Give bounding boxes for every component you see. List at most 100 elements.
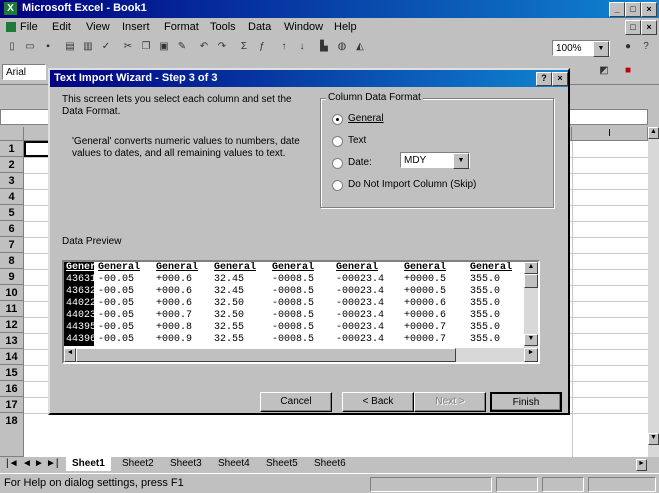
row-header[interactable]: 18 (0, 413, 24, 457)
sheet-tab-1[interactable]: Sheet1 (66, 457, 111, 471)
row-header[interactable]: 2 (0, 157, 24, 173)
preview-column[interactable]: General +000.6 +000.6 +000.6 +000.7 +000… (154, 262, 210, 346)
row-header[interactable]: 11 (0, 301, 24, 317)
scroll-thumb[interactable] (524, 274, 538, 288)
scroll-thumb[interactable] (76, 348, 456, 362)
menu-tools[interactable]: Tools (210, 21, 236, 33)
row-header[interactable]: 14 (0, 349, 24, 365)
menu-data[interactable]: Data (248, 21, 271, 33)
minimize-icon[interactable]: _ (609, 2, 625, 17)
paste-icon[interactable]: ▣ (156, 39, 172, 55)
finish-button[interactable]: Finish (490, 392, 562, 412)
new-icon[interactable]: ▯ (4, 39, 20, 55)
zoom-select[interactable]: 100% ▼ (552, 40, 610, 57)
font-select[interactable]: Arial (2, 64, 46, 80)
date-radio[interactable] (332, 158, 343, 169)
row-header[interactable]: 1 (0, 141, 24, 157)
text-radio[interactable] (332, 136, 343, 147)
prev-sheet-icon[interactable]: ◄ (22, 457, 32, 471)
menu-help[interactable]: Help (334, 21, 357, 33)
row-header[interactable]: 9 (0, 269, 24, 285)
row-header[interactable]: 6 (0, 221, 24, 237)
date-label[interactable]: Date: (348, 157, 372, 168)
copy-icon[interactable]: ❐ (138, 39, 154, 55)
menu-view[interactable]: View (86, 21, 110, 33)
preview-column[interactable]: General 32.45 32.45 32.50 32.50 32.55 32… (212, 262, 268, 346)
row-header[interactable]: 5 (0, 205, 24, 221)
next-sheet-icon[interactable]: ► (34, 457, 44, 471)
font-color-icon[interactable]: ■ (620, 63, 636, 79)
tipwizard-icon[interactable]: ● (620, 39, 636, 55)
drawing-icon[interactable]: ◭ (352, 39, 368, 55)
save-icon[interactable]: ▪ (40, 39, 56, 55)
preview-column[interactable]: General 355.0 355.0 355.0 355.0 355.0 35… (468, 262, 524, 346)
row-header[interactable]: 13 (0, 333, 24, 349)
menu-file[interactable]: File (20, 21, 38, 33)
scroll-down-icon[interactable]: ▼ (524, 334, 538, 346)
doc-restore-icon[interactable]: □ (625, 20, 641, 35)
general-radio[interactable] (332, 114, 343, 125)
excel-app-icon[interactable]: X (4, 2, 17, 15)
row-header[interactable]: 12 (0, 317, 24, 333)
row-header[interactable]: 10 (0, 285, 24, 301)
row-header[interactable]: 16 (0, 381, 24, 397)
back-button[interactable]: < Back (342, 392, 414, 412)
sheet-tab-5[interactable]: Sheet5 (266, 457, 298, 471)
preview-column[interactable]: General +0000.5 +0000.5 +0000.6 +0000.6 … (402, 262, 466, 346)
menu-edit[interactable]: Edit (52, 21, 71, 33)
preview-column[interactable]: General -00.05 -00.05 -00.05 -00.05 -00.… (96, 262, 152, 346)
data-preview-grid[interactable]: General 43631 43632 44022 44023 44395 44… (62, 260, 540, 364)
menu-insert[interactable]: Insert (122, 21, 150, 33)
first-sheet-icon[interactable]: |◄ (6, 457, 19, 471)
text-label[interactable]: Text (348, 135, 366, 146)
date-format-select[interactable]: MDY ▼ (400, 152, 470, 169)
scroll-down-icon[interactable]: ▼ (648, 433, 659, 445)
help-icon[interactable]: ? (638, 39, 654, 55)
row-header[interactable]: 4 (0, 189, 24, 205)
chevron-down-icon[interactable]: ▼ (453, 153, 469, 169)
sort-ascending-icon[interactable]: ↑ (276, 39, 292, 55)
scroll-up-icon[interactable]: ▲ (524, 262, 538, 274)
scroll-right-icon[interactable]: ► (636, 459, 647, 471)
map-icon[interactable]: ◍ (334, 39, 350, 55)
dialog-close-icon[interactable]: × (552, 72, 568, 86)
sheet-tab-6[interactable]: Sheet6 (314, 457, 346, 471)
scroll-up-icon[interactable]: ▲ (648, 127, 659, 139)
dialog-help-icon[interactable]: ? (536, 72, 552, 86)
chart-wizard-icon[interactable]: ▙ (316, 39, 332, 55)
preview-column[interactable]: General -0008.5 -0008.5 -0008.5 -0008.5 … (270, 262, 332, 346)
workbook-icon[interactable] (6, 22, 16, 32)
row-header[interactable]: 7 (0, 237, 24, 253)
autosum-icon[interactable]: Σ (236, 39, 252, 55)
preview-column[interactable]: General -00023.4 -00023.4 -00023.4 -0002… (334, 262, 400, 346)
sheet-tab-3[interactable]: Sheet3 (170, 457, 202, 471)
print-icon[interactable]: ▤ (62, 39, 78, 55)
spelling-icon[interactable]: ✓ (98, 39, 114, 55)
last-sheet-icon[interactable]: ►| (46, 457, 59, 471)
scroll-right-icon[interactable]: ► (524, 348, 538, 362)
undo-icon[interactable]: ↶ (196, 39, 212, 55)
fill-color-icon[interactable]: ◩ (596, 63, 612, 79)
row-header[interactable]: 3 (0, 173, 24, 189)
cancel-button[interactable]: Cancel (260, 392, 332, 412)
doc-close-icon[interactable]: × (641, 20, 657, 35)
column-header[interactable]: I (572, 127, 648, 141)
sheet-tab-2[interactable]: Sheet2 (122, 457, 154, 471)
menu-window[interactable]: Window (284, 21, 323, 33)
preview-vertical-scrollbar[interactable]: ▲ ▼ (524, 262, 538, 348)
close-icon[interactable]: × (641, 2, 657, 17)
row-header[interactable]: 8 (0, 253, 24, 269)
row-header[interactable]: 15 (0, 365, 24, 381)
preview-horizontal-scrollbar[interactable]: ◄ ► (64, 348, 538, 362)
redo-icon[interactable]: ↷ (214, 39, 230, 55)
select-all-corner[interactable] (0, 127, 24, 141)
skip-column-radio[interactable] (332, 180, 343, 191)
scroll-left-icon[interactable]: ◄ (64, 348, 76, 362)
row-header[interactable]: 17 (0, 397, 24, 413)
skip-column-label[interactable]: Do Not Import Column (Skip) (348, 179, 476, 190)
sort-descending-icon[interactable]: ↓ (294, 39, 310, 55)
function-icon[interactable]: ƒ (254, 39, 270, 55)
chevron-down-icon[interactable]: ▼ (593, 41, 609, 57)
next-button[interactable]: Next > (414, 392, 486, 412)
cut-icon[interactable]: ✂ (120, 39, 136, 55)
